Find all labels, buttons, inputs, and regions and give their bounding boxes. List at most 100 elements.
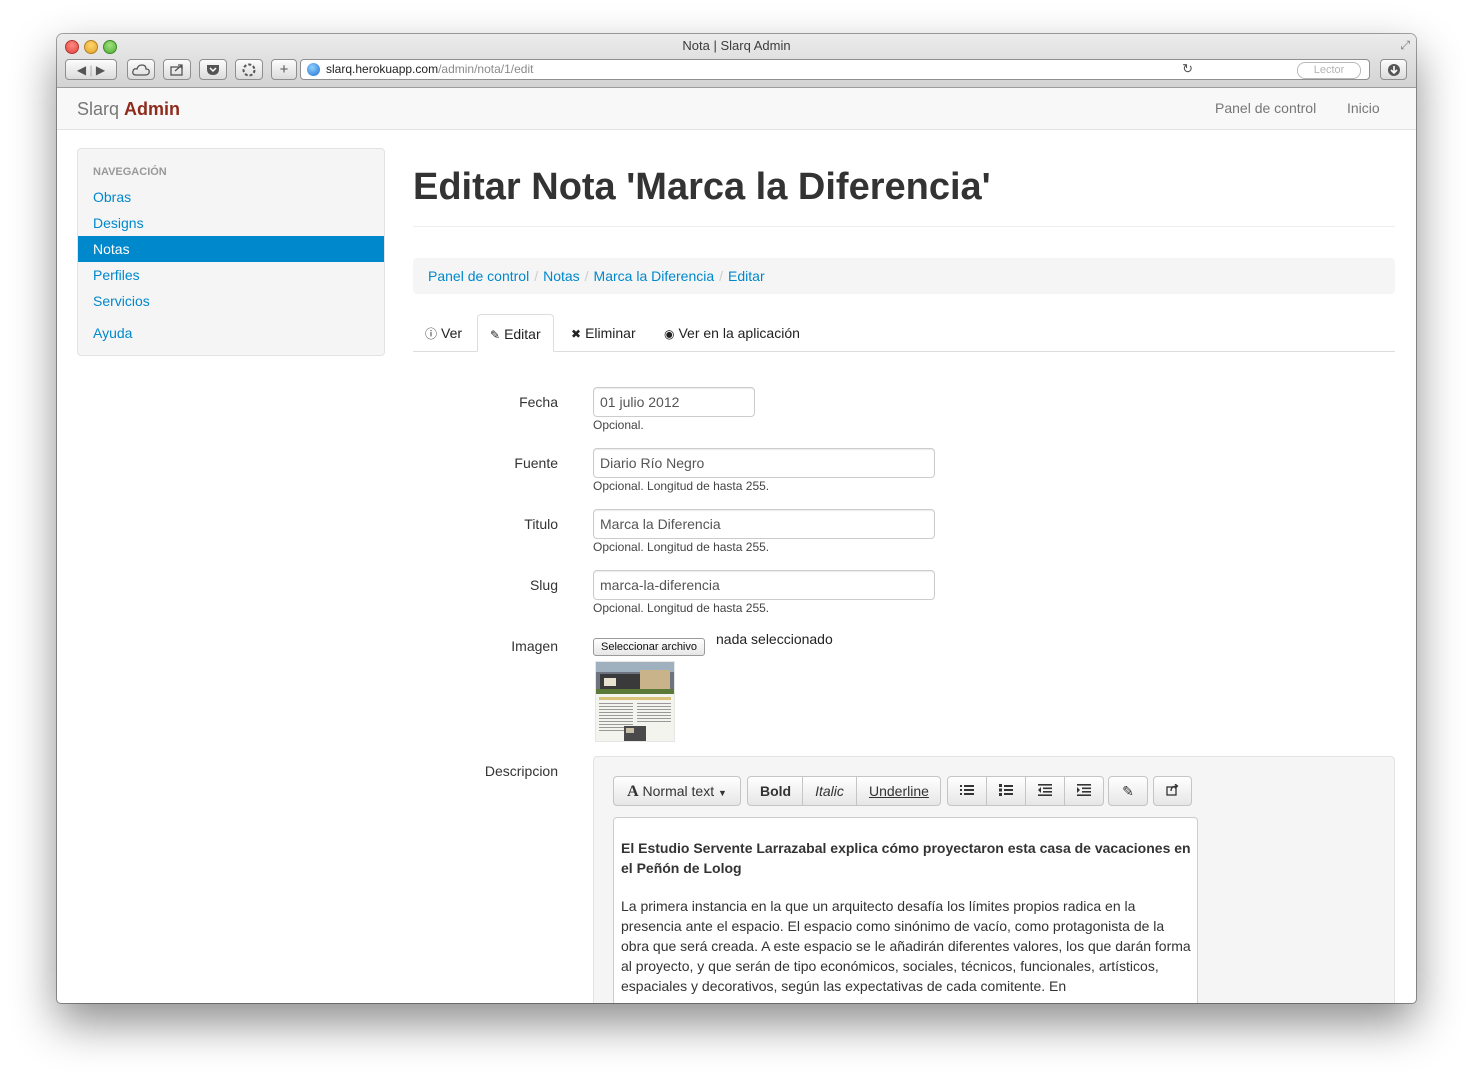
edit-html-group: ✎ <box>1108 776 1148 806</box>
page-title: Editar Nota 'Marca la Diferencia' <box>413 166 991 208</box>
titulo-label: Titulo <box>524 516 558 532</box>
bold-button[interactable]: Bold <box>747 776 803 806</box>
sidebar-header: NAVEGACIÓN <box>93 166 167 178</box>
url-text[interactable]: slarq.herokuapp.com/admin/nota/1/edit <box>326 62 533 76</box>
sidebar-item-perfiles[interactable]: Perfiles <box>78 262 384 288</box>
url-host: slarq.herokuapp.com <box>326 62 439 76</box>
ordered-list-button[interactable] <box>987 776 1026 806</box>
editor-lead-paragraph: El Estudio Servente Larrazabal explica c… <box>621 840 1191 876</box>
fecha-help: Opcional. <box>593 418 644 432</box>
brand-logo[interactable]: Slarq Admin <box>77 99 180 120</box>
nav-link-inicio[interactable]: Inicio <box>1347 100 1380 116</box>
underline-button[interactable]: Underline <box>857 776 941 806</box>
ordered-list-icon <box>999 784 1013 796</box>
text-style-label: Normal text <box>642 783 715 799</box>
globe-icon <box>307 63 320 76</box>
icloud-button[interactable] <box>127 59 155 80</box>
fuente-input[interactable] <box>593 448 935 478</box>
breadcrumb-panel[interactable]: Panel de control <box>428 268 529 284</box>
slug-label: Slug <box>529 577 558 593</box>
description-editor[interactable]: El Estudio Servente Larrazabal explica c… <box>613 817 1198 1003</box>
editor-body-paragraph: La primera instancia en la que un arquit… <box>621 898 1191 994</box>
pencil-icon: ✎ <box>490 328 501 342</box>
window-title: Nota | Slarq Admin <box>682 38 791 53</box>
breadcrumb-separator: / <box>719 268 724 284</box>
slug-input[interactable] <box>593 570 935 600</box>
fuente-label: Fuente <box>514 455 558 471</box>
outdent-button[interactable] <box>1026 776 1065 806</box>
extension-button[interactable] <box>235 59 263 80</box>
tab-ver-en-app-label: Ver en la aplicación <box>678 325 800 341</box>
pocket-icon <box>207 65 219 75</box>
breadcrumb-editar[interactable]: Editar <box>728 268 765 284</box>
tab-ver-label: Ver <box>441 325 463 341</box>
tab-editar[interactable]: ✎ Editar <box>477 314 554 352</box>
link-group <box>1153 776 1192 806</box>
text-style-dropdown[interactable]: A Normal text ▼ <box>613 776 741 806</box>
edit-html-button[interactable]: ✎ <box>1108 776 1148 806</box>
app-navbar: Slarq Admin Panel de control Inicio <box>57 88 1416 130</box>
new-tab-button[interactable]: + <box>271 59 297 80</box>
nav-link-panel[interactable]: Panel de control <box>1215 100 1316 116</box>
info-icon: ⓘ <box>425 327 438 341</box>
forward-icon[interactable]: ▶ <box>96 63 105 77</box>
fuente-help: Opcional. Longitud de hasta 255. <box>593 479 770 493</box>
new-tab-icon: + <box>279 61 289 78</box>
back-icon[interactable]: ◀ <box>77 63 86 77</box>
sidebar-item-ayuda[interactable]: Ayuda <box>78 320 384 346</box>
breadcrumb: Panel de control / Notas / Marca la Diferenc… <box>413 258 1395 294</box>
outdent-icon <box>1038 784 1052 796</box>
x-icon: ✖ <box>571 327 582 341</box>
caret-down-icon: ▼ <box>718 788 727 798</box>
icloud-icon <box>132 64 150 76</box>
sidebar-nav: NAVEGACIÓN Obras Designs Notas Perfiles … <box>77 148 385 356</box>
brand-name: Slarq <box>77 99 120 119</box>
imagen-label: Imagen <box>511 638 558 654</box>
tab-ver[interactable]: ⓘ Ver <box>413 314 474 352</box>
resize-icon[interactable]: ⤢ <box>1400 38 1410 53</box>
breadcrumb-separator: / <box>584 268 589 284</box>
title-divider <box>413 226 1395 227</box>
extension-icon <box>242 63 256 77</box>
download-button[interactable] <box>1380 59 1407 80</box>
list-group <box>947 776 1104 806</box>
tab-eliminar-label: Eliminar <box>585 325 636 341</box>
indent-button[interactable] <box>1065 776 1104 806</box>
back-forward-buttons[interactable]: ◀ | ▶ <box>65 59 117 80</box>
reader-button[interactable]: Lector <box>1297 62 1361 79</box>
address-bar[interactable]: slarq.herokuapp.com/admin/nota/1/edit ↻ … <box>300 59 1370 80</box>
italic-button[interactable]: Italic <box>803 776 857 806</box>
share-button[interactable] <box>163 59 191 80</box>
sidebar-item-servicios[interactable]: Servicios <box>78 288 384 314</box>
slug-help: Opcional. Longitud de hasta 255. <box>593 601 770 615</box>
breadcrumb-separator: / <box>534 268 539 284</box>
breadcrumb-nota[interactable]: Marca la Diferencia <box>594 268 715 284</box>
sidebar-item-notas[interactable]: Notas <box>78 236 384 262</box>
indent-icon <box>1077 784 1091 796</box>
fecha-label: Fecha <box>519 394 558 410</box>
sidebar-item-designs[interactable]: Designs <box>78 210 384 236</box>
text-style-group: A Normal text ▼ <box>613 776 741 806</box>
tab-eliminar[interactable]: ✖ Eliminar <box>559 314 648 352</box>
select-file-button[interactable]: Seleccionar archivo <box>593 638 705 656</box>
share-icon <box>1166 783 1179 796</box>
browser-window: Nota | Slarq Admin ⤢ ◀ | ▶ + slarq.herok… <box>57 34 1416 1003</box>
url-path: /admin/nota/1/edit <box>438 62 534 76</box>
insert-link-button[interactable] <box>1153 776 1192 806</box>
eye-icon: ◉ <box>664 327 675 341</box>
pocket-button[interactable] <box>199 59 227 80</box>
file-status: nada seleccionado <box>716 631 833 647</box>
fecha-input[interactable] <box>593 387 755 417</box>
breadcrumb-notas[interactable]: Notas <box>543 268 580 284</box>
reload-icon[interactable]: ↻ <box>1182 61 1193 77</box>
unordered-list-button[interactable] <box>947 776 987 806</box>
titulo-input[interactable] <box>593 509 935 539</box>
unordered-list-icon <box>960 785 974 795</box>
sidebar-item-obras[interactable]: Obras <box>78 184 384 210</box>
brand-accent: Admin <box>124 99 181 119</box>
tab-ver-en-app[interactable]: ◉ Ver en la aplicación <box>652 314 812 352</box>
download-icon <box>1387 64 1400 76</box>
share-icon <box>170 64 183 76</box>
pencil-icon: ✎ <box>1122 783 1134 799</box>
tab-editar-label: Editar <box>504 326 541 342</box>
